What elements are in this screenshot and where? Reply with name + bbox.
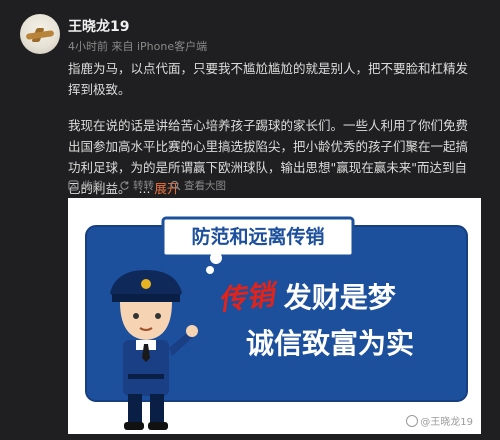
- post-source: 来自 iPhone客户端: [111, 40, 208, 53]
- collapse-label: 收起: [82, 180, 103, 192]
- post-paragraph-1: 指鹿为马，以点代面，只要我不尴尬尴尬的就是别人，把不要脸和杠精发挥到极致。: [68, 61, 469, 97]
- weibo-logo-icon: [406, 415, 419, 427]
- poster-line-1: 传销 发财是梦: [216, 276, 396, 317]
- repost-button[interactable]: 转转: [119, 178, 154, 193]
- view-large-button[interactable]: 查看大图: [170, 178, 226, 193]
- poster-line-2: 诚信致富为实: [246, 327, 415, 360]
- view-large-label: 查看大图: [184, 180, 226, 192]
- rotate-icon: [120, 181, 129, 190]
- collapse-icon: [68, 180, 79, 191]
- repost-label: 转转: [133, 180, 154, 192]
- collapse-button[interactable]: 收起: [68, 178, 103, 193]
- image-actions: 收起 转转 查看大图: [68, 178, 226, 193]
- post-meta: 4小时前 来自 iPhone客户端: [68, 38, 207, 54]
- poster-line-1-text: 发财是梦: [283, 281, 396, 314]
- poster-red-keyword: 传销: [216, 278, 276, 317]
- zoom-icon: [170, 180, 181, 191]
- watermark-text: @王晓龙19: [420, 417, 473, 428]
- weibo-post: 王晓龙19 4小时前 来自 iPhone客户端 指鹿为马，以点代面，只要我不尴尬…: [0, 0, 500, 440]
- username[interactable]: 王晓龙19: [68, 16, 129, 36]
- image-watermark: @王晓龙19: [406, 413, 473, 428]
- poster-header-text: 防范和远离传销: [191, 226, 325, 248]
- post-image[interactable]: 防范和远离传销 传销 发财是梦 诚信致富为实 @王晓龙19: [68, 198, 481, 434]
- user-avatar[interactable]: [20, 14, 60, 54]
- post-time: 4小时前: [68, 40, 108, 53]
